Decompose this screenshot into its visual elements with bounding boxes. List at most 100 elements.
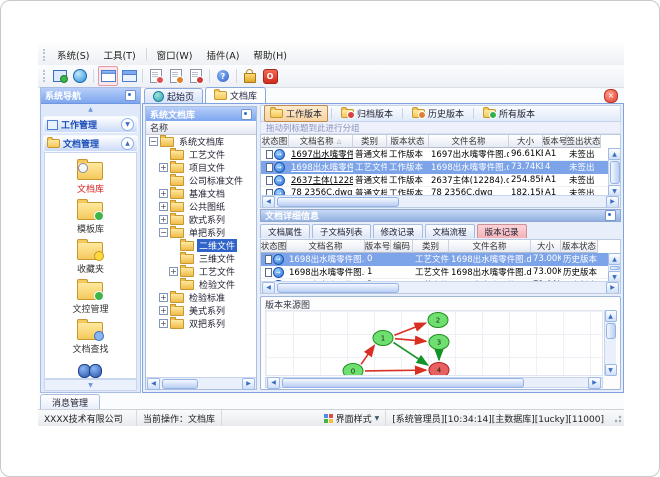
tree-node-系统文档库[interactable]: − 系统文档库 bbox=[146, 135, 256, 148]
tree-node-工艺文件[interactable]: +工艺文件 bbox=[146, 264, 256, 278]
graph-node-4[interactable]: 4 bbox=[428, 362, 450, 376]
exit-icon[interactable]: O bbox=[261, 67, 279, 85]
table-row[interactable]: →1698出水嘴零件图.dwg1工艺文件1698出水嘴零件图.dwg73.00K… bbox=[261, 266, 620, 279]
doc-export-icon[interactable] bbox=[147, 67, 165, 85]
scroll-thumb[interactable] bbox=[277, 196, 399, 207]
column-header-类别[interactable]: 类别 bbox=[413, 240, 449, 253]
scroll-right-icon[interactable]: ▶ bbox=[242, 377, 255, 390]
horizontal-scrollbar[interactable]: ◀ ▶ bbox=[261, 195, 620, 207]
scroll-right-icon[interactable]: ▶ bbox=[588, 376, 601, 389]
table-row[interactable]: →2637主体(12284).dwg普通文档工作版本2637主体(12284).… bbox=[261, 174, 620, 187]
graph-node-2[interactable]: 2 bbox=[427, 312, 449, 328]
graph-node-1[interactable]: 1 bbox=[372, 330, 394, 346]
scroll-thumb[interactable] bbox=[605, 323, 616, 339]
scroll-right-icon[interactable]: ▶ bbox=[606, 281, 619, 293]
scroll-thumb[interactable] bbox=[277, 282, 399, 293]
expand-icon[interactable]: + bbox=[159, 163, 168, 172]
expand-icon[interactable]: + bbox=[159, 293, 168, 302]
window-folder-icon[interactable] bbox=[98, 66, 118, 86]
column-header-状态图[interactable]: 状态图 bbox=[261, 135, 289, 148]
tree-node-工艺文件[interactable]: +工艺文件 bbox=[146, 147, 256, 161]
expand-icon[interactable]: + bbox=[159, 189, 168, 198]
expand-icon[interactable]: + bbox=[159, 215, 168, 224]
table-row[interactable]: →1698出水嘴零件图.dwg0工艺文件1698出水嘴零件图.dwg73.00K… bbox=[261, 253, 620, 266]
expand-icon[interactable]: + bbox=[169, 267, 178, 276]
scroll-down-icon[interactable]: ▼ bbox=[604, 364, 617, 376]
expand-icon[interactable]: + bbox=[159, 202, 168, 211]
graph-node-3[interactable]: 3 bbox=[428, 334, 450, 350]
column-header-签出状态[interactable]: 签出状态 bbox=[567, 135, 601, 148]
pushpin-icon[interactable] bbox=[241, 108, 252, 120]
graph-vertical-scrollbar[interactable]: ▲ ▼ bbox=[604, 310, 617, 376]
window-grid-icon[interactable] bbox=[120, 67, 138, 85]
tree-node-二维文件[interactable]: +二维文件 bbox=[146, 238, 256, 252]
lock-icon[interactable] bbox=[241, 67, 259, 85]
chevron-up-icon[interactable]: ▲ bbox=[121, 137, 134, 150]
sidebar-item-文件夹查找[interactable]: 文件夹查找 bbox=[68, 359, 113, 378]
tree-node-双把系列[interactable]: + 双把系列 bbox=[146, 316, 256, 330]
detail-tab-文档属性[interactable]: 文档属性 bbox=[260, 224, 311, 238]
detail-tab-版本记录[interactable]: 版本记录 bbox=[476, 224, 527, 238]
version-button-所有版本[interactable]: 所有版本 bbox=[477, 105, 541, 122]
sidebar-collapse-strip[interactable]: ▲ bbox=[41, 104, 140, 114]
tree-node-单把系列[interactable]: − 单把系列 bbox=[146, 225, 256, 239]
tree-node-美式系列[interactable]: + 美式系列 bbox=[146, 303, 256, 317]
scroll-thumb[interactable] bbox=[162, 378, 198, 389]
pushpin-icon[interactable] bbox=[605, 210, 616, 221]
sidebar-panel-work[interactable]: 工作管理 ▼ bbox=[43, 116, 138, 133]
detail-tab-文档流程[interactable]: 文档流程 bbox=[424, 224, 475, 238]
tree-node-三维文件[interactable]: +三维文件 bbox=[146, 251, 256, 265]
column-header-版本状态[interactable]: 版本状态 bbox=[561, 240, 598, 253]
sidebar-item-模板库[interactable]: 模板库 bbox=[77, 199, 105, 235]
sidebar-bottom-chevron[interactable]: ▼ bbox=[44, 379, 137, 391]
vertical-scrollbar[interactable]: ▲ ▼ bbox=[608, 253, 620, 283]
column-header-文件名称[interactable]: 文件名称 bbox=[449, 240, 531, 253]
column-header-大小[interactable]: 大小 bbox=[509, 135, 543, 148]
scroll-left-icon[interactable]: ◀ bbox=[262, 195, 275, 207]
globe-icon[interactable] bbox=[71, 67, 89, 85]
menu-item[interactable]: 插件(A) bbox=[199, 46, 246, 64]
tree-column-header[interactable]: 名称 bbox=[146, 121, 256, 135]
version-button-归档版本[interactable]: 归档版本 bbox=[335, 105, 399, 122]
sidebar-item-文档库[interactable]: 文档库 bbox=[77, 159, 104, 195]
scroll-right-icon[interactable]: ▶ bbox=[606, 195, 619, 207]
tree-node-欧式系列[interactable]: + 欧式系列 bbox=[146, 212, 256, 226]
table-row[interactable]: →1697出水嘴零件图.dwg普通文档工作版本1697出水嘴零件图.dwg96.… bbox=[261, 148, 620, 161]
tree-node-项目文件[interactable]: + 项目文件 bbox=[146, 160, 256, 174]
doc-import-icon[interactable] bbox=[167, 67, 185, 85]
graph-horizontal-scrollbar[interactable]: ◀ ▶ bbox=[265, 376, 603, 389]
tree-node-检验文件[interactable]: +检验文件 bbox=[146, 277, 256, 291]
sidebar-item-收藏夹[interactable]: 收藏夹 bbox=[77, 239, 105, 275]
column-header-文件名称[interactable]: 文件名称 bbox=[429, 135, 509, 148]
ui-style-dropdown[interactable]: 界面样式 ▼ bbox=[318, 410, 387, 426]
column-header-版本号[interactable]: 版本号 bbox=[365, 240, 391, 253]
collapse-icon[interactable]: − bbox=[159, 228, 168, 237]
sidebar-item-文控管理[interactable]: 文控管理 bbox=[72, 279, 109, 315]
version-button-工作版本[interactable]: 工作版本 bbox=[264, 105, 329, 122]
tree-node-公共图纸[interactable]: + 公共图纸 bbox=[146, 199, 256, 213]
column-header-版本号[interactable]: 版本号 bbox=[543, 135, 567, 148]
sidebar-item-文档查找[interactable]: 文档查找 bbox=[72, 319, 109, 355]
scroll-left-icon[interactable]: ◀ bbox=[267, 376, 280, 389]
doc-delete-icon[interactable] bbox=[187, 67, 205, 85]
tab-起始页[interactable]: 起始页 bbox=[144, 88, 204, 103]
scroll-thumb[interactable] bbox=[609, 161, 620, 184]
expand-icon[interactable]: + bbox=[159, 306, 168, 315]
message-management-tab[interactable]: 消息管理 bbox=[40, 394, 100, 409]
sidebar-panel-documents[interactable]: 文档管理 ▲ bbox=[43, 135, 138, 152]
column-header-文档名称[interactable]: 文档名称 bbox=[287, 240, 365, 253]
expand-icon[interactable]: + bbox=[159, 319, 168, 328]
menu-item[interactable]: 系统(S) bbox=[50, 46, 96, 64]
scroll-up-icon[interactable]: ▲ bbox=[608, 253, 620, 265]
tree-node-检验标准[interactable]: + 检验标准 bbox=[146, 290, 256, 304]
column-header-状态图[interactable]: 状态图 bbox=[261, 240, 287, 253]
menu-item[interactable]: 帮助(H) bbox=[246, 46, 294, 64]
tab-文档库[interactable]: 文档库 bbox=[205, 87, 267, 103]
tree-node-基准文档[interactable]: + 基准文档 bbox=[146, 186, 256, 200]
graph-node-0[interactable]: 0 bbox=[342, 363, 364, 376]
scroll-thumb[interactable] bbox=[609, 266, 620, 270]
column-header-类别[interactable]: 类别 bbox=[353, 135, 387, 148]
chevron-down-icon[interactable]: ▼ bbox=[121, 118, 134, 131]
scroll-up-icon[interactable]: ▲ bbox=[608, 148, 620, 160]
menu-item[interactable]: 工具(T) bbox=[96, 46, 142, 64]
